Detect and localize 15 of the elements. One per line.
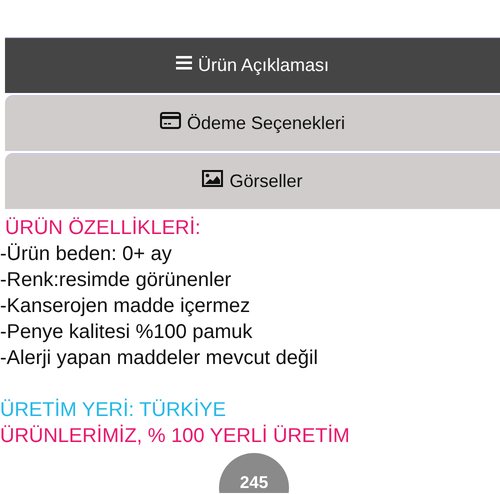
origin-line: ÜRETİM YERİ: TÜRKİYE: [0, 398, 226, 423]
tab[interactable]: Ödeme Seçenekleri: [5, 95, 500, 151]
counter-badge: 245: [219, 453, 289, 493]
menu-icon: [176, 56, 192, 70]
credit-card-icon: [160, 112, 181, 129]
section-heading: ÜRÜN ÖZELLİKLERİ:: [4, 216, 201, 241]
feature-line: -Kanserojen madde içermez: [0, 294, 250, 319]
slogan-line: ÜRÜNLERİMİZ, % 100 YERLİ ÜRETİM: [0, 424, 350, 449]
tab[interactable]: Görseller: [5, 153, 500, 209]
feature-line: -Renk:resimde görünenler: [0, 268, 232, 293]
tab[interactable]: Ürün Açıklaması: [5, 37, 500, 93]
feature-line: -Ürün beden: 0+ ay: [0, 242, 172, 267]
image-icon: [202, 170, 224, 187]
feature-line: -Penye kalitesi %100 pamuk: [0, 320, 252, 345]
feature-line: -Alerji yapan maddeler mevcut değil: [0, 346, 318, 371]
